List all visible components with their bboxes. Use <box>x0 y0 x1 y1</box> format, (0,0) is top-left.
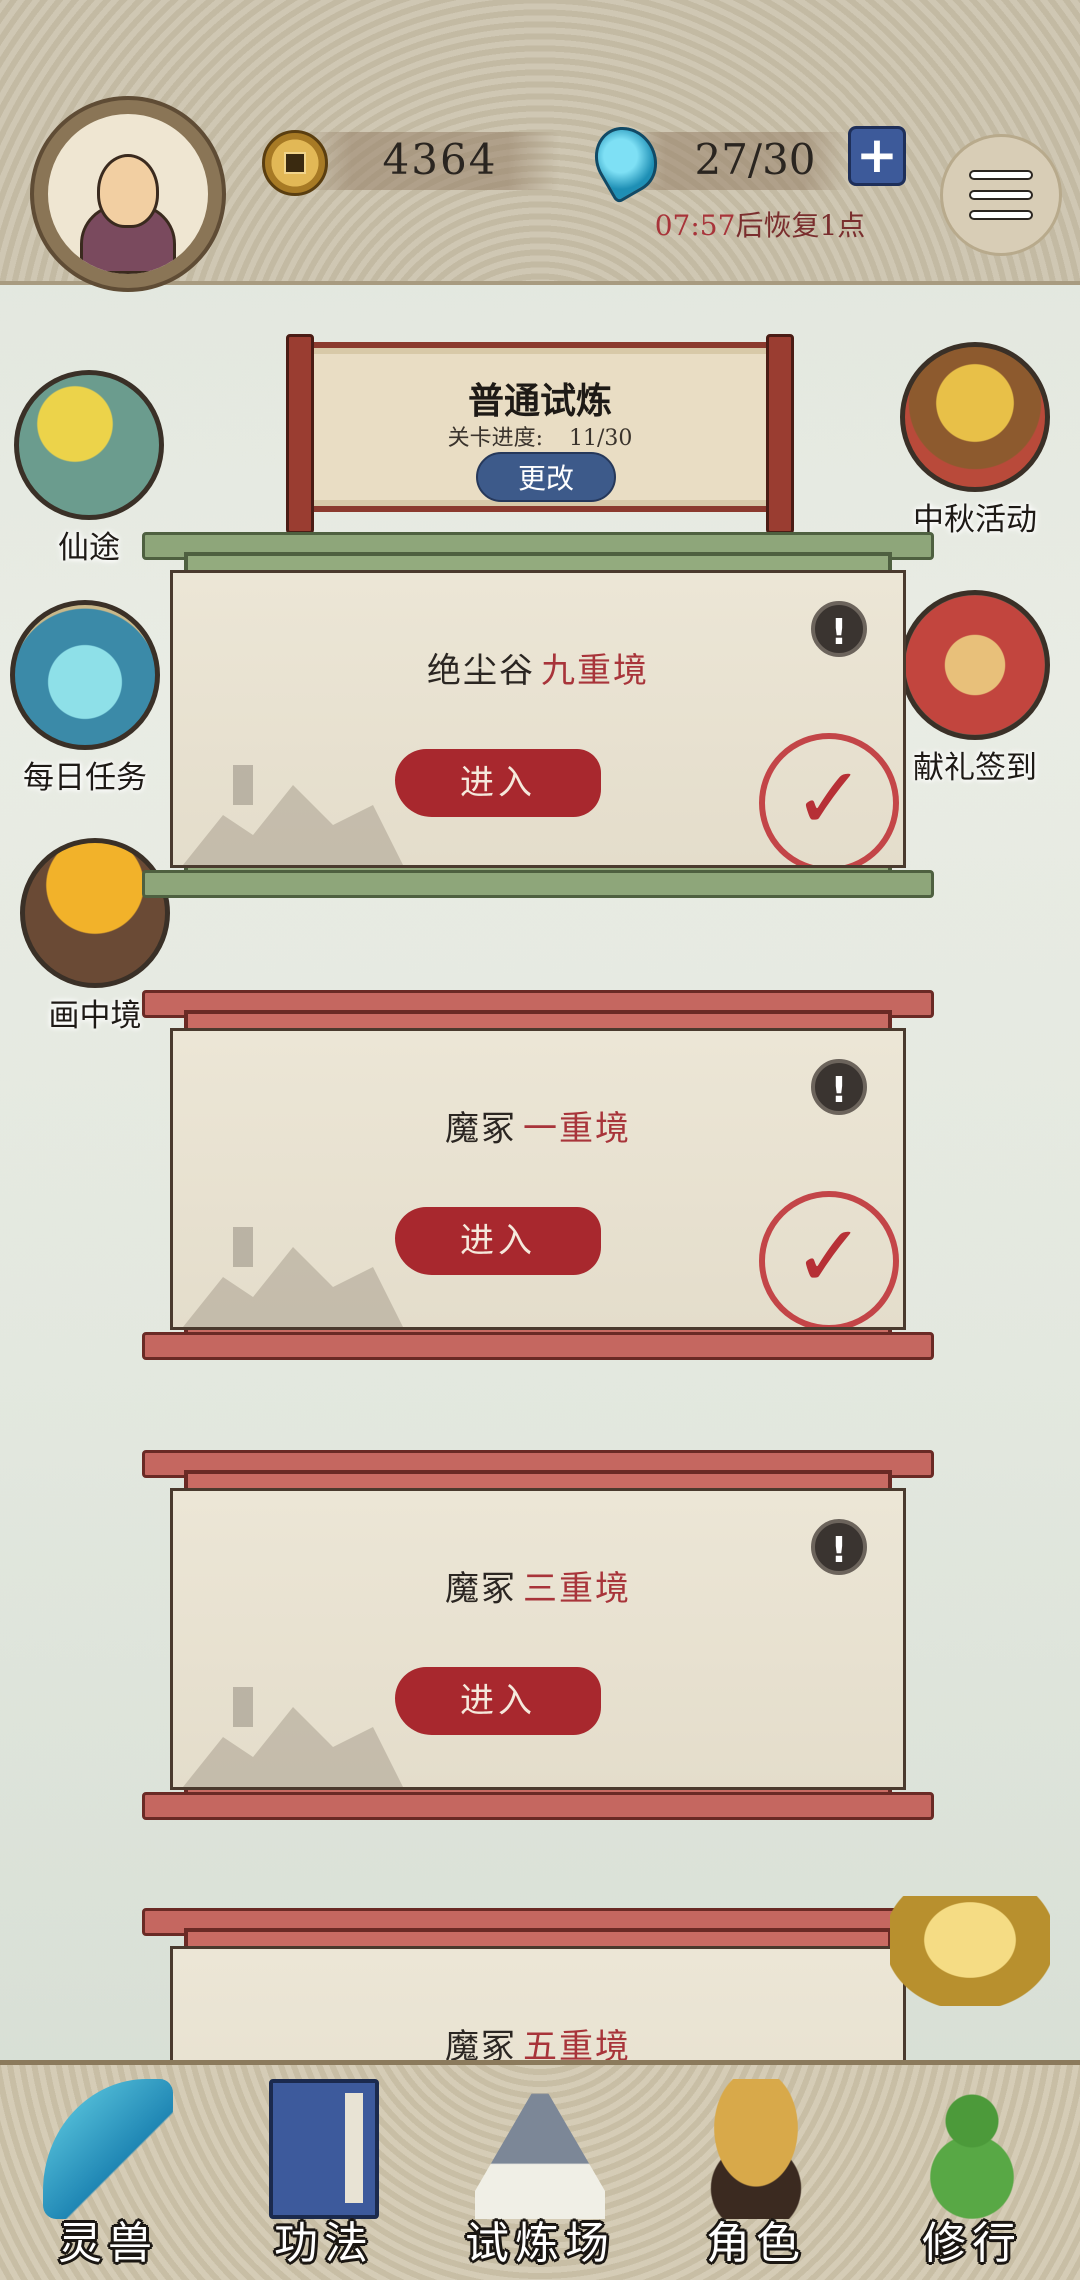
nav-item-spirit-beast[interactable]: 灵兽 <box>0 2065 216 2280</box>
level-realm: 三重境 <box>523 1569 631 1609</box>
nav-item-trial-ground[interactable]: 试炼场 <box>432 2065 648 2280</box>
trial-header-scroll: 普通试炼 关卡进度: 11/30 更改 <box>286 334 794 534</box>
mountain-icon <box>475 2079 605 2219</box>
nav-item-character[interactable]: 角色 <box>648 2065 864 2280</box>
book-icon <box>269 2079 379 2219</box>
level-realm: 九重境 <box>541 651 649 691</box>
card-paper: 魔冢 一重境 ! 进入 ✓ <box>170 1028 906 1330</box>
mountain-painting-icon <box>183 1227 403 1327</box>
straw-hat-icon <box>691 2079 821 2219</box>
progress-label: 关卡进度: <box>447 426 543 451</box>
stamina-value: 27/30 <box>694 135 816 184</box>
level-card: 魔冢 三重境 ! 进入 <box>142 1450 934 1820</box>
feather-icon <box>43 2079 173 2219</box>
coin-value: 4364 <box>382 135 498 184</box>
level-location: 魔冢 <box>445 1569 517 1609</box>
scroll-rod <box>142 870 934 898</box>
coin-icon <box>262 130 328 196</box>
nav-item-techniques[interactable]: 功法 <box>216 2065 432 2280</box>
level-card: 魔冢 一重境 ! 进入 ✓ <box>142 990 934 1360</box>
nav-label: 试炼场 <box>465 2218 615 2269</box>
recover-suffix: 后恢复1点 <box>735 209 866 242</box>
side-item-mid-autumn[interactable]: 中秋活动 <box>900 342 1050 539</box>
enter-button[interactable]: 进入 <box>395 1667 601 1735</box>
monk-head-shape <box>97 154 159 228</box>
progress-value: 11/30 <box>569 426 633 451</box>
completed-check-icon: ✓ <box>759 1191 899 1327</box>
card-paper: 绝尘谷 九重境 ! 进入 ✓ <box>170 570 906 868</box>
level-card: 绝尘谷 九重境 ! 进入 ✓ <box>142 532 934 898</box>
scroll-rod <box>142 1792 934 1820</box>
scroll-rod <box>142 1332 934 1360</box>
recover-time: 07:57 <box>654 209 736 242</box>
trial-progress: 关卡进度: 11/30 <box>306 420 774 452</box>
menu-button[interactable] <box>940 134 1062 256</box>
menu-line <box>969 170 1033 180</box>
stamina-recover-text: 07:57后恢复1点 <box>600 204 920 244</box>
nav-label: 修行 <box>922 2218 1022 2269</box>
top-bar: 4364 27/30 + 07:57后恢复1点 <box>0 0 1080 288</box>
nav-label: 功法 <box>274 2218 374 2269</box>
info-icon[interactable]: ! <box>811 601 867 657</box>
nav-label: 灵兽 <box>58 2218 158 2269</box>
immortal-path-icon <box>14 370 164 520</box>
level-location: 魔冢 <box>445 1109 517 1149</box>
side-item-label: 每日任务 <box>23 760 147 796</box>
level-name: 魔冢 一重境 <box>173 1101 903 1150</box>
enter-button[interactable]: 进入 <box>395 749 601 817</box>
add-stamina-button[interactable]: + <box>848 126 906 186</box>
daily-tasks-icon <box>10 600 160 750</box>
nav-label: 角色 <box>706 2218 806 2269</box>
spirit-energy-icon <box>583 115 669 205</box>
gourd-icon <box>907 2079 1037 2219</box>
info-icon[interactable]: ! <box>811 1059 867 1115</box>
completed-check-icon: ✓ <box>759 733 899 865</box>
level-name: 魔冢 三重境 <box>173 1561 903 1610</box>
level-location: 绝尘谷 <box>427 651 535 691</box>
mid-autumn-icon <box>900 342 1050 492</box>
player-avatar[interactable] <box>34 100 222 288</box>
nav-item-cultivation[interactable]: 修行 <box>864 2065 1080 2280</box>
trial-title: 普通试炼 <box>467 380 612 422</box>
mountain-painting-icon <box>183 1687 403 1787</box>
level-name: 绝尘谷 九重境 <box>173 643 903 692</box>
enter-button[interactable]: 进入 <box>395 1207 601 1275</box>
side-item-daily-tasks[interactable]: 每日任务 <box>10 600 160 797</box>
change-difficulty-button[interactable]: 更改 <box>476 452 616 502</box>
menu-line <box>969 210 1033 220</box>
bottom-nav: 灵兽 功法 试炼场 角色 修行 <box>0 2060 1080 2280</box>
mountain-painting-icon <box>183 765 403 865</box>
menu-line <box>969 190 1033 200</box>
incense-censer-icon[interactable] <box>890 1896 1050 2006</box>
level-realm: 一重境 <box>523 1109 631 1149</box>
info-icon[interactable]: ! <box>811 1519 867 1575</box>
card-paper: 魔冢 三重境 ! 进入 <box>170 1488 906 1790</box>
